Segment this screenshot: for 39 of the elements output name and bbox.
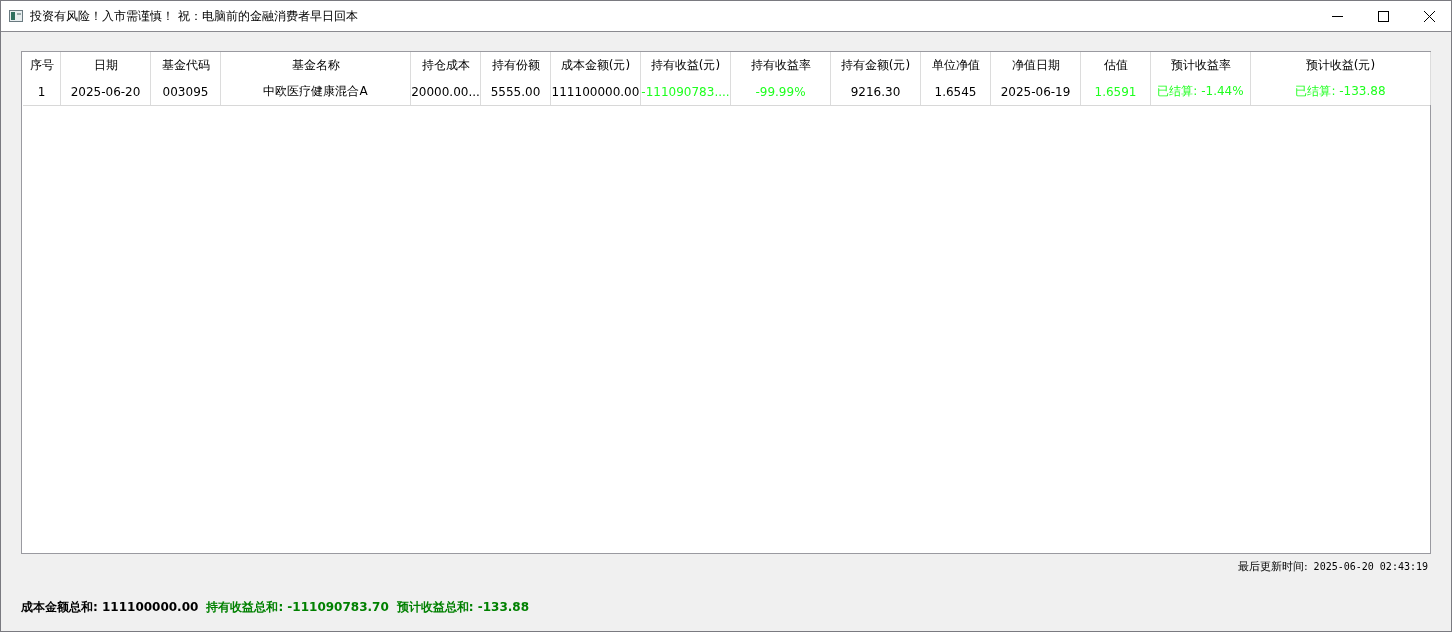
column-header[interactable]: 单位净值 bbox=[931, 56, 980, 74]
total-summary: 成本金额总和: 111100000.00 bbox=[21, 599, 199, 616]
window-title: 投资有风险！入市需谨慎！ 祝：电脑前的金融消费者早日回本 bbox=[30, 7, 358, 25]
column-header[interactable]: 成本金额(元) bbox=[560, 56, 631, 74]
column-header[interactable]: 持有份额 bbox=[491, 56, 540, 74]
column-header[interactable]: 净值日期 bbox=[1011, 56, 1060, 74]
column-header[interactable]: 预计收益率 bbox=[1170, 56, 1231, 74]
table-cell: 2025-06-20 bbox=[70, 84, 141, 99]
close-icon[interactable] bbox=[1424, 10, 1435, 22]
column-header[interactable]: 持有收益率 bbox=[750, 56, 811, 74]
column-header[interactable]: 持仓成本 bbox=[421, 56, 470, 74]
table-cell: 2025-06-19 bbox=[1000, 84, 1071, 99]
table-cell: 1 bbox=[37, 84, 46, 99]
last-update-label: 最后更新时间: bbox=[1237, 559, 1308, 574]
table-cell: 1.6545 bbox=[934, 84, 977, 99]
total-summary: 持有收益总和: -111090783.70 bbox=[206, 599, 389, 616]
last-update-time: 2025-06-20 02:43:19 bbox=[1313, 561, 1428, 572]
table-cell: 003095 bbox=[162, 84, 209, 99]
column-header[interactable]: 序号 bbox=[29, 56, 54, 74]
table-cell: 中欧医疗健康混合A bbox=[263, 83, 368, 100]
table-cell: -99.99% bbox=[755, 84, 806, 99]
total-summary: 预计收益总和: -133.88 bbox=[396, 599, 530, 616]
table-cell: 1.6591 bbox=[1094, 84, 1137, 99]
column-header[interactable]: 估值 bbox=[1103, 56, 1128, 74]
table-cell: 已结算: -1.44% bbox=[1157, 83, 1244, 100]
column-header[interactable]: 基金代码 bbox=[161, 56, 210, 74]
app-icon bbox=[9, 10, 23, 22]
table-cell: 9216.30 bbox=[850, 84, 901, 99]
table-cell: 已结算: -133.88 bbox=[1295, 83, 1386, 100]
column-header[interactable]: 基金名称 bbox=[291, 56, 340, 74]
table-cell: 5555.00 bbox=[490, 84, 541, 99]
table-cell: -111090783.... bbox=[641, 84, 730, 99]
maximize-icon[interactable] bbox=[1378, 10, 1389, 22]
column-header[interactable]: 预计收益(元) bbox=[1305, 56, 1376, 74]
column-header[interactable]: 持有金额(元) bbox=[840, 56, 911, 74]
table-cell: 111100000.00 bbox=[551, 84, 640, 99]
column-header[interactable]: 日期 bbox=[93, 56, 118, 74]
column-header[interactable]: 持有收益(元) bbox=[650, 56, 721, 74]
table-cell: 20000.00... bbox=[411, 84, 480, 99]
